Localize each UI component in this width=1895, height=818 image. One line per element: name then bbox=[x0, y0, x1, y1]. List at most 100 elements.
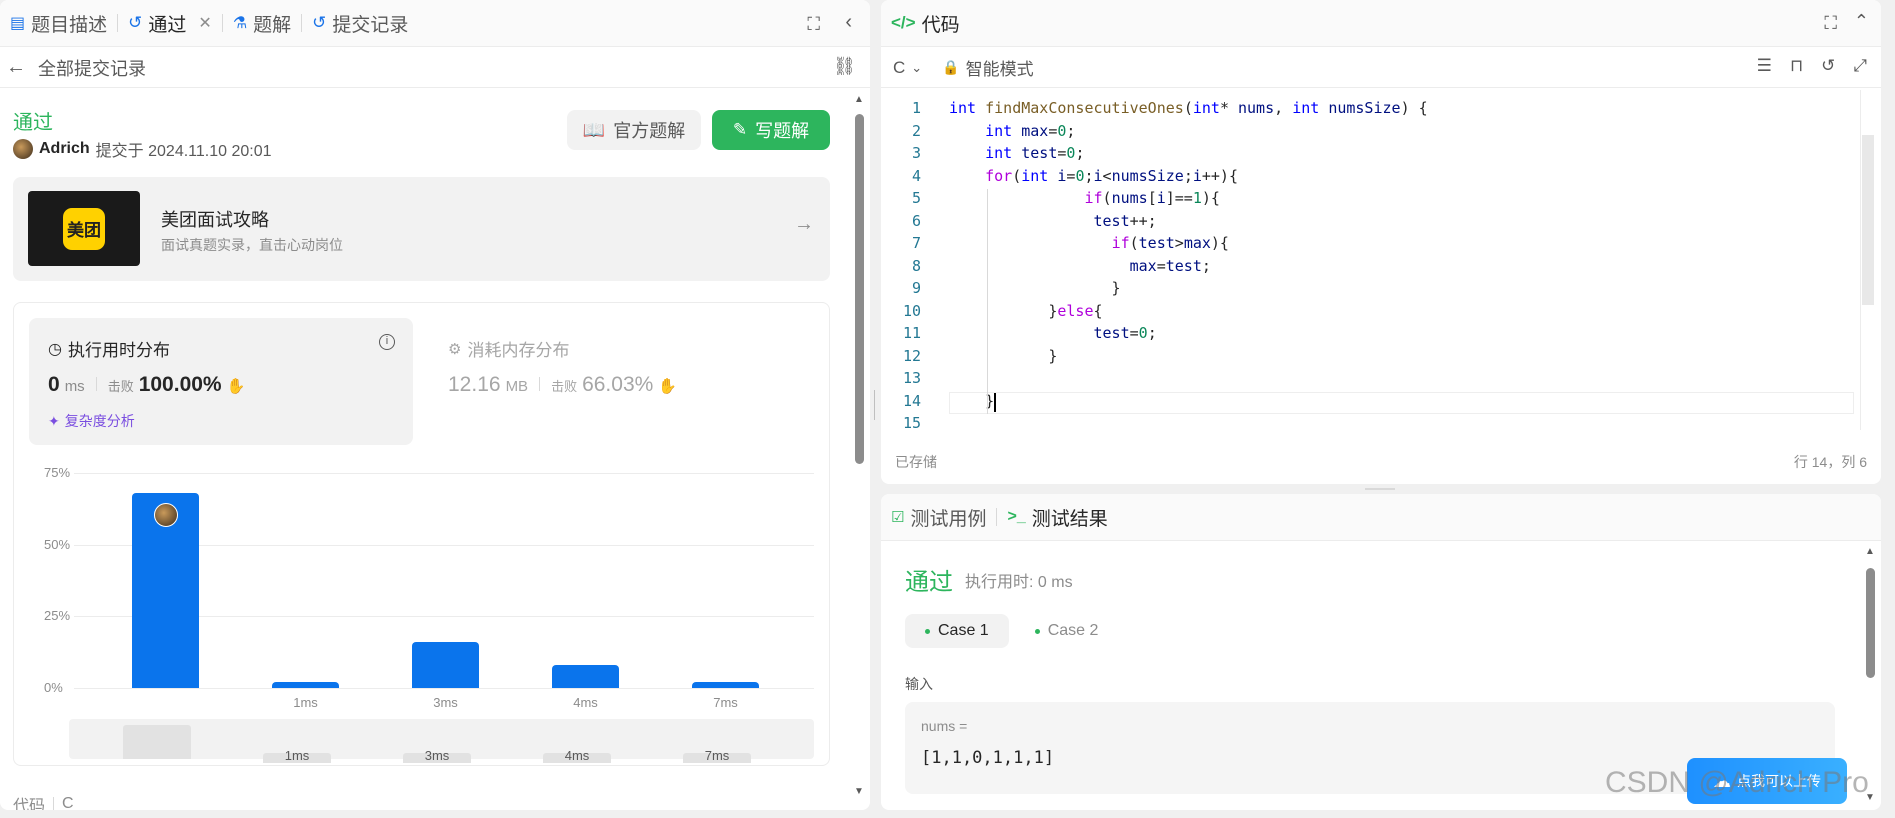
scroll-up-icon[interactable]: ▲ bbox=[1865, 546, 1875, 557]
code-line[interactable]: test++; bbox=[949, 212, 1157, 230]
memory-values: 12.16 MB 击败 66.03% ✋ bbox=[448, 373, 677, 397]
memory-unit: MB bbox=[505, 378, 529, 395]
runtime-box[interactable]: ◷ 执行用时分布 i 0 ms 击败 100.00% ✋ ✦ 复杂度分析 bbox=[29, 318, 413, 445]
x-tick-label: 3ms bbox=[433, 695, 458, 710]
chart-bar[interactable] bbox=[552, 665, 619, 688]
meituan-logo: 美团 bbox=[28, 191, 140, 266]
current-line-highlight bbox=[949, 391, 1854, 414]
scrollbar-thumb[interactable] bbox=[1862, 135, 1874, 305]
info-icon[interactable]: i bbox=[379, 334, 395, 350]
code-tabbar: </> 代码 ⛶ ⌃ bbox=[881, 0, 1881, 47]
scroll-down-icon[interactable]: ▼ bbox=[854, 786, 864, 797]
expand-icon[interactable]: ⤢ bbox=[1853, 56, 1867, 76]
case-tab-2[interactable]: Case 2 bbox=[1019, 614, 1115, 648]
submitter-row: Adrich 提交于 2024.11.10 20:01 bbox=[13, 137, 272, 161]
scrubber-window[interactable] bbox=[123, 725, 191, 759]
input-label: 输入 bbox=[905, 676, 933, 692]
tab-submissions[interactable]: ↺ 提交记录 bbox=[302, 0, 418, 47]
chevron-down-icon: ⌄ bbox=[911, 59, 923, 75]
code-label: 代码 bbox=[13, 798, 46, 810]
write-solution-button[interactable]: ✎ 写题解 bbox=[712, 110, 830, 150]
memory-beats-label: 击败 bbox=[551, 379, 578, 394]
sparkle-icon: ✦ bbox=[48, 412, 60, 429]
editor-scrollbar[interactable] bbox=[1860, 90, 1874, 430]
tab-code[interactable]: </> 代码 bbox=[881, 0, 970, 47]
result-header: 通过 执行用时: 0 ms bbox=[905, 562, 1073, 597]
line-number: 8 bbox=[911, 256, 921, 275]
back-label[interactable]: 全部提交记录 bbox=[38, 55, 146, 81]
complexity-link[interactable]: ✦ 复杂度分析 bbox=[48, 411, 135, 431]
code-editor[interactable]: 1 int findMaxConsecutiveOnes(int* nums, i… bbox=[881, 89, 1861, 432]
close-icon[interactable]: ✕ bbox=[198, 13, 211, 33]
left-panel: ▤ 题目描述 ↺ 通过 ✕ ⚗ 题解 ↺ 提交记录 ⛶ ‹ ← 全部提交记录 ⛓… bbox=[0, 0, 870, 810]
chart-bar[interactable] bbox=[272, 682, 339, 688]
tab-test-result[interactable]: >_ 测试结果 bbox=[997, 494, 1117, 541]
official-solution-button[interactable]: 📖 官方题解 bbox=[567, 110, 701, 150]
vertical-splitter[interactable] bbox=[874, 390, 878, 420]
memory-box[interactable]: ⚙ 消耗内存分布 12.16 MB 击败 66.03% ✋ bbox=[429, 318, 813, 445]
line-number: 12 bbox=[902, 346, 921, 365]
memory-title: 消耗内存分布 bbox=[467, 341, 570, 360]
code-line[interactable]: } bbox=[949, 347, 1057, 365]
divider bbox=[539, 377, 541, 391]
chip-icon: ⚙ bbox=[448, 340, 462, 358]
case-tab-1[interactable]: Case 1 bbox=[905, 614, 1009, 648]
code-line[interactable]: max=test; bbox=[949, 257, 1211, 275]
code-line[interactable]: int findMaxConsecutiveOnes(int* nums, in… bbox=[949, 99, 1428, 117]
book-icon: 📖 bbox=[582, 119, 606, 140]
scrollbar-track[interactable]: ▲ ▼ bbox=[852, 92, 866, 802]
code-line[interactable]: }else{ bbox=[949, 302, 1102, 320]
chevron-up-icon[interactable]: ⌃ bbox=[1854, 11, 1869, 32]
code-line[interactable]: for(int i=0;i<numsSize;i++){ bbox=[949, 167, 1238, 185]
code-line[interactable]: test=0; bbox=[949, 324, 1157, 342]
text-cursor bbox=[994, 392, 996, 412]
link-icon[interactable]: ⛓ bbox=[833, 56, 856, 77]
tab-solutions[interactable]: ⚗ 题解 bbox=[223, 0, 301, 47]
clap-icon: ✋ bbox=[226, 378, 246, 395]
format-icon[interactable]: ☰ bbox=[1757, 56, 1772, 76]
code-icon: </> bbox=[891, 13, 916, 32]
fullscreen-icon[interactable]: ⛶ bbox=[807, 14, 820, 35]
result-runtime: 执行用时: 0 ms bbox=[965, 573, 1073, 591]
fullscreen-icon[interactable]: ⛶ bbox=[1824, 13, 1837, 34]
lock-icon: 🔒 bbox=[942, 59, 960, 75]
bookmark-icon[interactable]: ⊓ bbox=[1790, 56, 1803, 76]
code-line[interactable]: if(nums[i]==1){ bbox=[949, 189, 1219, 207]
horizontal-splitter[interactable] bbox=[1365, 488, 1395, 490]
y-tick-label: 0% bbox=[44, 680, 63, 695]
tab-description[interactable]: ▤ 题目描述 bbox=[0, 0, 117, 47]
runtime-header: ◷ 执行用时分布 bbox=[48, 336, 170, 361]
scrollbar-thumb[interactable] bbox=[855, 114, 864, 464]
back-bar: ← 全部提交记录 ⛓ bbox=[0, 48, 870, 88]
arrow-right-icon[interactable]: → bbox=[794, 213, 814, 236]
case-tabs: Case 1 Case 2 bbox=[905, 614, 1114, 648]
chart-bar[interactable] bbox=[692, 682, 759, 688]
gridline bbox=[74, 473, 814, 474]
mode-toggle[interactable]: 🔒 智能模式 bbox=[942, 55, 1033, 80]
promo-subtitle: 面试真题实录，直击心动岗位 bbox=[161, 237, 343, 253]
username[interactable]: Adrich bbox=[39, 140, 90, 158]
input-var-value[interactable]: [1,1,0,1,1,1] bbox=[921, 748, 1054, 768]
avatar[interactable] bbox=[13, 139, 33, 159]
code-line[interactable]: int max=0; bbox=[949, 122, 1075, 140]
scroll-up-icon[interactable]: ▲ bbox=[854, 94, 864, 105]
code-line[interactable]: int test=0; bbox=[949, 144, 1084, 162]
promo-card[interactable]: 美团 美团面试攻略 面试真题实录，直击心动岗位 → bbox=[13, 177, 830, 281]
collapse-icon[interactable]: ‹ bbox=[845, 11, 852, 34]
reset-icon[interactable]: ↺ bbox=[1821, 56, 1835, 76]
tab-accepted[interactable]: ↺ 通过 ✕ bbox=[118, 0, 222, 47]
chart-bar[interactable] bbox=[412, 642, 479, 688]
language-select[interactable]: C ⌄ bbox=[893, 58, 922, 78]
code-line[interactable]: } bbox=[949, 279, 1121, 297]
pass-dot-icon bbox=[1034, 628, 1040, 634]
chart-range-scrubber[interactable]: 1ms 3ms 4ms 7ms bbox=[69, 719, 814, 763]
line-number: 15 bbox=[902, 414, 921, 432]
code-line[interactable]: if(test>max){ bbox=[949, 234, 1229, 252]
tab-testcases[interactable]: ☑ 测试用例 bbox=[881, 494, 996, 541]
y-tick-label: 50% bbox=[44, 536, 71, 552]
indent-guide bbox=[987, 189, 988, 414]
submission-status: 通过 bbox=[13, 112, 53, 134]
scrollbar-thumb[interactable] bbox=[1866, 568, 1875, 678]
history-icon: ↺ bbox=[312, 13, 327, 32]
arrow-left-icon[interactable]: ← bbox=[6, 56, 26, 79]
